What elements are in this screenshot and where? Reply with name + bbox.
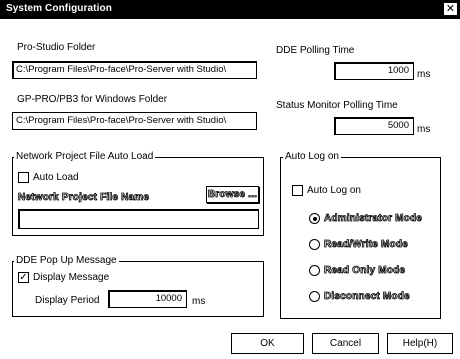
close-icon[interactable]: ✕ <box>443 2 458 16</box>
pro-studio-folder-field[interactable]: C:\Program Files\Pro-face\Pro-Server wit… <box>12 61 257 79</box>
administrator-mode-label: Administrator Mode <box>324 213 423 225</box>
title-bar[interactable]: System Configuration ✕ <box>0 0 460 19</box>
cancel-button[interactable]: Cancel <box>312 333 379 354</box>
auto-log-on-label: Auto Log on <box>307 185 361 196</box>
ok-button[interactable]: OK <box>231 333 304 354</box>
status-monitor-polling-label: Status Monitor Polling Time <box>276 100 398 111</box>
network-project-file-name-label: Network Project File Name <box>18 192 150 204</box>
auto-log-on-checkbox[interactable] <box>292 185 303 196</box>
disconnect-mode-label: Disconnect Mode <box>324 291 410 303</box>
auto-load-checkbox[interactable] <box>18 172 29 183</box>
network-project-file-name-input[interactable] <box>18 209 259 229</box>
auto-load-label: Auto Load <box>33 172 79 183</box>
display-period-unit: ms <box>192 296 206 307</box>
system-configuration-dialog: System Configuration ✕ Pro-Studio Folder… <box>0 0 460 359</box>
help-button[interactable]: Help(H) <box>387 333 453 354</box>
status-monitor-polling-unit: ms <box>417 124 431 135</box>
auto-log-on-group-title: Auto Log on <box>283 151 341 162</box>
pro-studio-folder-label: Pro-Studio Folder <box>17 42 96 53</box>
gp-pro-folder-label: GP-PRO/PB3 for Windows Folder <box>17 94 168 105</box>
read-only-mode-label: Read Only Mode <box>324 265 406 277</box>
dialog-title: System Configuration <box>6 3 112 14</box>
dde-polling-time-input[interactable]: 1000 <box>334 62 414 80</box>
display-period-label: Display Period <box>35 295 100 306</box>
display-period-input[interactable]: 10000 <box>108 290 187 308</box>
display-message-checkbox[interactable]: ✓ <box>18 272 29 283</box>
dde-polling-time-unit: ms <box>417 69 431 80</box>
disconnect-mode-radio[interactable] <box>309 291 320 302</box>
dde-polling-time-label: DDE Polling Time <box>276 45 355 56</box>
read-write-mode-radio[interactable] <box>309 239 320 250</box>
browse-button[interactable]: Browse ... <box>206 186 259 203</box>
read-only-mode-radio[interactable] <box>309 265 320 276</box>
gp-pro-folder-field[interactable]: C:\Program Files\Pro-face\Pro-Server wit… <box>12 112 257 130</box>
display-message-label: Display Message <box>33 272 110 283</box>
dde-popup-group-title: DDE Pop Up Message <box>14 255 119 266</box>
network-project-group-title: Network Project File Auto Load <box>14 151 156 162</box>
administrator-mode-radio[interactable] <box>309 213 320 224</box>
dde-popup-group <box>12 261 264 317</box>
status-monitor-polling-input[interactable]: 5000 <box>334 117 414 135</box>
read-write-mode-label: Read/Write Mode <box>324 239 409 251</box>
